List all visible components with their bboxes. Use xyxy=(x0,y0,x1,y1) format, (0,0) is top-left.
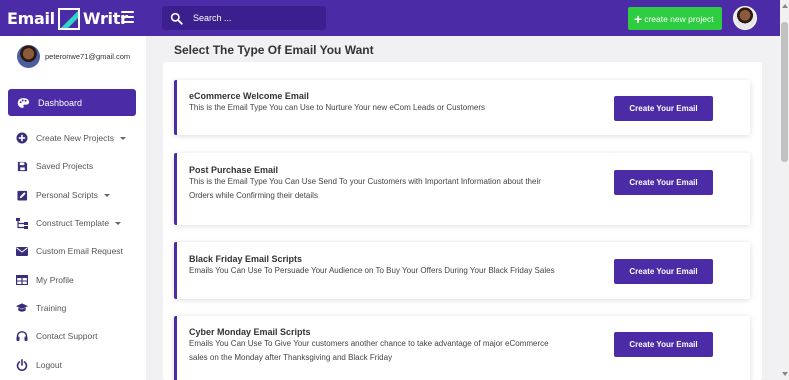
power-icon xyxy=(16,359,28,371)
sidebar: peteronwe71@gmail.com Dashboard Create N… xyxy=(0,36,146,380)
plus-circle-icon xyxy=(16,132,28,144)
sidebar-item-logout[interactable]: Logout xyxy=(16,358,62,372)
sidebar-item-label: Construct Template xyxy=(36,218,110,228)
sidebar-item-saved-projects[interactable]: Saved Projects xyxy=(16,159,93,173)
save-icon xyxy=(16,160,28,172)
sidebar-item-construct-template[interactable]: Construct Template xyxy=(16,216,122,230)
envelope-icon xyxy=(16,245,28,257)
sidebar-item-label: Contact Support xyxy=(36,331,98,341)
sidebar-item-label: Custom Email Request xyxy=(36,246,123,256)
create-your-email-button[interactable]: Create Your Email xyxy=(614,96,713,121)
header-avatar[interactable] xyxy=(733,6,757,30)
email-type-card-post-purchase: Post Purchase Email This is the Email Ty… xyxy=(174,153,750,225)
sidebar-item-label: Training xyxy=(36,303,67,313)
sitemap-icon xyxy=(16,217,28,229)
card-description: This is the Email Type You Can Use Send … xyxy=(189,175,589,203)
chevron-down-icon xyxy=(119,136,126,140)
brand-logo[interactable]: Email Writr xyxy=(7,6,128,31)
card-description-line: sales on the Monday after Thanksgiving a… xyxy=(189,353,393,362)
user-email: peteronwe71@gmail.com xyxy=(45,52,131,61)
chevron-down-icon xyxy=(103,193,110,197)
search-input[interactable] xyxy=(193,13,313,23)
search-bar[interactable] xyxy=(162,6,326,30)
avatar xyxy=(17,45,40,68)
create-new-project-button[interactable]: + create new project xyxy=(628,7,722,30)
scroll-thumb[interactable] xyxy=(781,22,788,162)
sidebar-item-label: Saved Projects xyxy=(36,161,94,171)
sidebar-item-label: Logout xyxy=(36,360,62,370)
card-title: eCommerce Welcome Email xyxy=(189,91,309,101)
top-bar: Email Writr + create new project xyxy=(0,0,780,36)
menu-toggle-icon[interactable] xyxy=(121,11,134,23)
graduation-cap-icon xyxy=(16,302,28,314)
create-your-email-button[interactable]: Create Your Email xyxy=(614,170,713,195)
card-description-line: This is the Email Type You can Use to Nu… xyxy=(189,103,486,112)
card-title: Black Friday Email Scripts xyxy=(189,254,303,264)
sidebar-item-label: Personal Scripts xyxy=(36,190,98,200)
pencil-square-icon xyxy=(16,189,28,201)
card-description: Emails You Can Use To Give Your customer… xyxy=(189,337,589,365)
card-title: Cyber Monday Email Scripts xyxy=(189,327,311,337)
search-icon xyxy=(170,12,183,25)
sidebar-item-my-profile[interactable]: My Profile xyxy=(16,273,74,287)
sidebar-item-personal-scripts[interactable]: Personal Scripts xyxy=(16,188,110,202)
sidebar-item-create-new-projects[interactable]: Create New Projects xyxy=(16,131,126,145)
sidebar-item-training[interactable]: Training xyxy=(16,301,66,315)
card-description-line: Orders while Confirming their details xyxy=(189,191,318,200)
sidebar-item-dashboard[interactable]: Dashboard xyxy=(8,89,136,116)
email-type-card-black-friday: Black Friday Email Scripts Emails You Ca… xyxy=(174,242,750,299)
create-your-email-button[interactable]: Create Your Email xyxy=(614,259,713,284)
create-your-email-button[interactable]: Create Your Email xyxy=(614,332,713,357)
create-new-project-label: create new project xyxy=(644,13,714,24)
plus-icon: + xyxy=(634,10,643,27)
email-type-card-ecommerce-welcome: eCommerce Welcome Email This is the Emai… xyxy=(174,80,750,135)
sidebar-item-label: Create New Projects xyxy=(36,133,114,143)
user-profile[interactable]: peteronwe71@gmail.com xyxy=(17,45,130,68)
card-description-line: Emails You Can Use To Give Your customer… xyxy=(189,339,549,348)
card-description: Emails You Can Use To Persuade Your Audi… xyxy=(189,264,589,278)
page-scrollbar[interactable] xyxy=(780,0,789,380)
page-title: Select The Type Of Email You Want xyxy=(174,43,374,57)
card-description: This is the Email Type You can Use to Nu… xyxy=(189,101,589,115)
card-description-line: This is the Email Type You Can Use Send … xyxy=(189,177,541,186)
sidebar-item-label: My Profile xyxy=(36,275,74,285)
card-title: Post Purchase Email xyxy=(189,165,279,175)
sidebar-item-label: Dashboard xyxy=(38,97,83,108)
scroll-down-icon[interactable] xyxy=(782,372,788,376)
table-icon xyxy=(16,274,28,286)
email-type-card-cyber-monday: Cyber Monday Email Scripts Emails You Ca… xyxy=(174,316,750,380)
logo-mark-icon xyxy=(57,7,80,30)
headset-icon xyxy=(16,330,28,342)
sidebar-item-custom-email-request[interactable]: Custom Email Request xyxy=(16,244,123,258)
sidebar-item-contact-support[interactable]: Contact Support xyxy=(16,329,97,343)
chevron-down-icon xyxy=(115,221,122,225)
palette-icon xyxy=(17,97,30,108)
logo-word-email: Email xyxy=(7,9,55,28)
scroll-up-icon[interactable] xyxy=(782,4,788,8)
card-description-line: Emails You Can Use To Persuade Your Audi… xyxy=(189,266,555,275)
